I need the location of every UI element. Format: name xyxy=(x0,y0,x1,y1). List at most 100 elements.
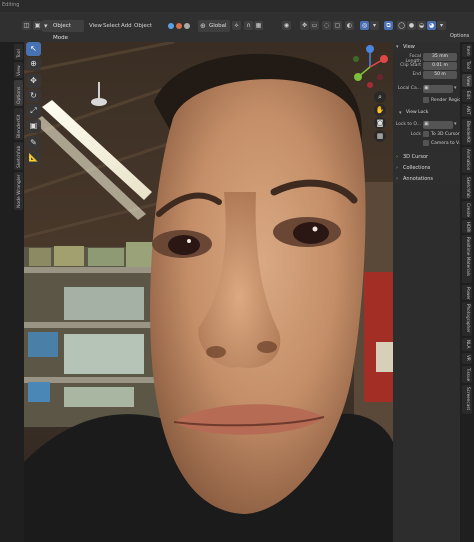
tab-realtime-materials[interactable]: Realtime Materials xyxy=(462,235,472,283)
tab-options[interactable]: Options xyxy=(14,80,23,106)
clip-start-label: Clip Start xyxy=(400,63,421,68)
pan-hand-icon[interactable]: ✋ xyxy=(374,104,386,116)
tab-animation[interactable]: Animation xyxy=(462,147,472,173)
material-shading-icon[interactable]: ◒ xyxy=(417,21,426,30)
3d-cursor-section-header[interactable]: › 3D Cursor xyxy=(393,152,460,162)
move-tool-icon[interactable]: ✥ xyxy=(26,74,41,88)
gizmo-toggle-icon[interactable]: ✥ xyxy=(300,21,309,30)
overlays-toggle-icon[interactable]: ◎ xyxy=(360,21,369,30)
menu-view[interactable]: View xyxy=(89,20,102,32)
xray-toggle-icon[interactable]: ⧉ xyxy=(384,21,393,30)
to-3d-cursor-label: To 3D Cursor xyxy=(431,132,460,137)
tab-sketchfab[interactable]: Sketchfab xyxy=(14,142,23,170)
orientation-label: Global xyxy=(209,23,227,29)
tab-tool[interactable]: Tool xyxy=(14,44,23,60)
right-tab-strip: Item Tool View Edit ANT BlenderKit Anima… xyxy=(460,42,474,542)
proportional-editing-icon[interactable]: ◉ xyxy=(282,21,291,30)
tab-photographer[interactable]: Photographer xyxy=(462,302,472,336)
camera-field-icon: ▣ xyxy=(424,85,429,91)
snap-target-icon[interactable]: ▦ xyxy=(254,21,263,30)
snap-icon[interactable]: ∩ xyxy=(244,21,253,30)
rotate-tool-icon[interactable]: ↻ xyxy=(26,89,41,103)
overlay-icon[interactable]: ◌ xyxy=(322,21,331,30)
blender-window: Editing ◫ ▣ ▾ Object Mode View Select Ad… xyxy=(0,0,474,542)
tab-item[interactable]: Item xyxy=(462,44,472,57)
pivot-point-icon[interactable]: ⟡ xyxy=(232,21,241,30)
object-field-icon: ▣ xyxy=(424,121,429,127)
top-edge-text: Editing xyxy=(2,2,20,8)
xray-icon[interactable]: ▢ xyxy=(333,21,342,30)
rendered-shading-icon[interactable] xyxy=(184,23,190,29)
camera-view-icon[interactable]: ▭ xyxy=(310,21,319,30)
shading-options-icon[interactable]: ▾ xyxy=(437,21,446,30)
rendered-face-scene xyxy=(24,42,393,542)
wireframe-shading-icon[interactable]: ◯ xyxy=(397,21,406,30)
object-mode-icon[interactable]: ▣ xyxy=(33,21,42,30)
lock-to-object-label: Lock to O... xyxy=(395,122,421,127)
tab-vr[interactable]: VR xyxy=(462,353,472,364)
tab-tissue[interactable]: Tissue xyxy=(462,366,472,383)
tab-view-right[interactable]: View xyxy=(462,74,472,87)
tab-screencast[interactable]: Screencast xyxy=(462,385,472,414)
viewport-header: ◫ ▣ ▾ Object Mode View Select Add Object… xyxy=(0,12,474,42)
view-lock-subsection[interactable]: View Lock xyxy=(406,110,428,115)
select-box-tool-icon[interactable]: ↖ xyxy=(26,42,41,56)
viewport-shading-solid-icon[interactable] xyxy=(168,23,174,29)
window-top-edge: Editing xyxy=(0,0,474,12)
cursor-tool-icon[interactable]: ⊕ xyxy=(26,57,41,71)
chevron-right-icon: › xyxy=(396,165,398,171)
camera-to-view-checkbox[interactable] xyxy=(423,140,429,146)
left-tab-strip: Tool View Options BlenderKit Sketchfab N… xyxy=(0,42,24,542)
tab-nla[interactable]: NLA xyxy=(462,338,472,351)
overlays-dropdown-icon[interactable]: ▾ xyxy=(370,21,379,30)
transform-tool-icon[interactable]: ▣ xyxy=(26,119,41,133)
focal-length-field[interactable]: 35 mm xyxy=(423,53,457,61)
tab-tool-right[interactable]: Tool xyxy=(462,59,472,72)
rendered-shading-toggle-icon[interactable]: ◕ xyxy=(427,21,436,30)
transform-orientation-dropdown[interactable]: ⊕ Global xyxy=(198,20,230,32)
lock-dropdown-arrow-icon: ▾ xyxy=(454,121,457,127)
annotations-section-header[interactable]: › Annotations xyxy=(393,174,460,184)
tab-ant[interactable]: ANT xyxy=(462,104,472,117)
navigation-gizmo[interactable] xyxy=(350,45,390,89)
grid-icon[interactable]: ▦ xyxy=(374,130,386,142)
render-region-label: Render Region xyxy=(431,98,464,103)
mode-dropdown[interactable]: ▾ Object Mode xyxy=(42,20,84,41)
tab-hdri[interactable]: HDRI xyxy=(462,220,472,233)
mode-label: Object Mode xyxy=(53,23,71,41)
camera-to-view-label: Camera to V... xyxy=(431,141,463,146)
tab-sketchfab-right[interactable]: Sketchfab xyxy=(462,175,472,199)
tab-view[interactable]: View xyxy=(14,62,23,78)
options-button[interactable]: Options xyxy=(450,31,469,41)
chevron-right-icon: › xyxy=(396,176,398,182)
menu-select[interactable]: Select xyxy=(103,20,120,32)
tab-edit[interactable]: Edit xyxy=(462,89,472,102)
clip-start-field[interactable]: 0.01 m xyxy=(423,62,457,70)
menu-object[interactable]: Object xyxy=(134,20,152,32)
view-section-header[interactable]: ▾ View xyxy=(393,42,460,52)
tab-blenderkit[interactable]: BlenderKit xyxy=(14,108,23,140)
camera-icon[interactable]: ◙ xyxy=(374,117,386,129)
3d-viewport[interactable] xyxy=(24,42,393,542)
material-preview-icon[interactable] xyxy=(176,23,182,29)
clip-end-field[interactable]: 50 m xyxy=(423,71,457,79)
dropdown-arrow-icon: ▾ xyxy=(454,85,457,91)
view-lock-chevron-icon: ▾ xyxy=(399,110,402,116)
shading-icon[interactable]: ◐ xyxy=(345,21,354,30)
render-region-checkbox[interactable] xyxy=(423,97,429,103)
menu-add[interactable]: Add xyxy=(121,20,132,32)
tab-power[interactable]: Power xyxy=(462,285,472,300)
to-3d-cursor-checkbox[interactable] xyxy=(423,131,429,137)
tab-node-wrangler[interactable]: Node Wrangler xyxy=(14,172,23,210)
chevron-down-icon: ▾ xyxy=(396,44,399,50)
collections-section-header[interactable]: › Collections xyxy=(393,163,460,173)
zoom-icon[interactable]: ⌕ xyxy=(374,91,386,103)
editor-type-icon[interactable]: ◫ xyxy=(22,21,31,30)
local-camera-label: Local Ca... xyxy=(397,86,421,91)
tab-create[interactable]: Create xyxy=(462,201,472,218)
annotate-tool-icon[interactable]: ✎ xyxy=(26,136,41,150)
measure-tool-icon[interactable]: 📐 xyxy=(26,151,41,165)
solid-shading-icon[interactable]: ● xyxy=(407,21,416,30)
tab-blenderkit-right[interactable]: BlenderKit xyxy=(462,119,472,145)
scale-tool-icon[interactable]: ⤢ xyxy=(26,104,41,118)
